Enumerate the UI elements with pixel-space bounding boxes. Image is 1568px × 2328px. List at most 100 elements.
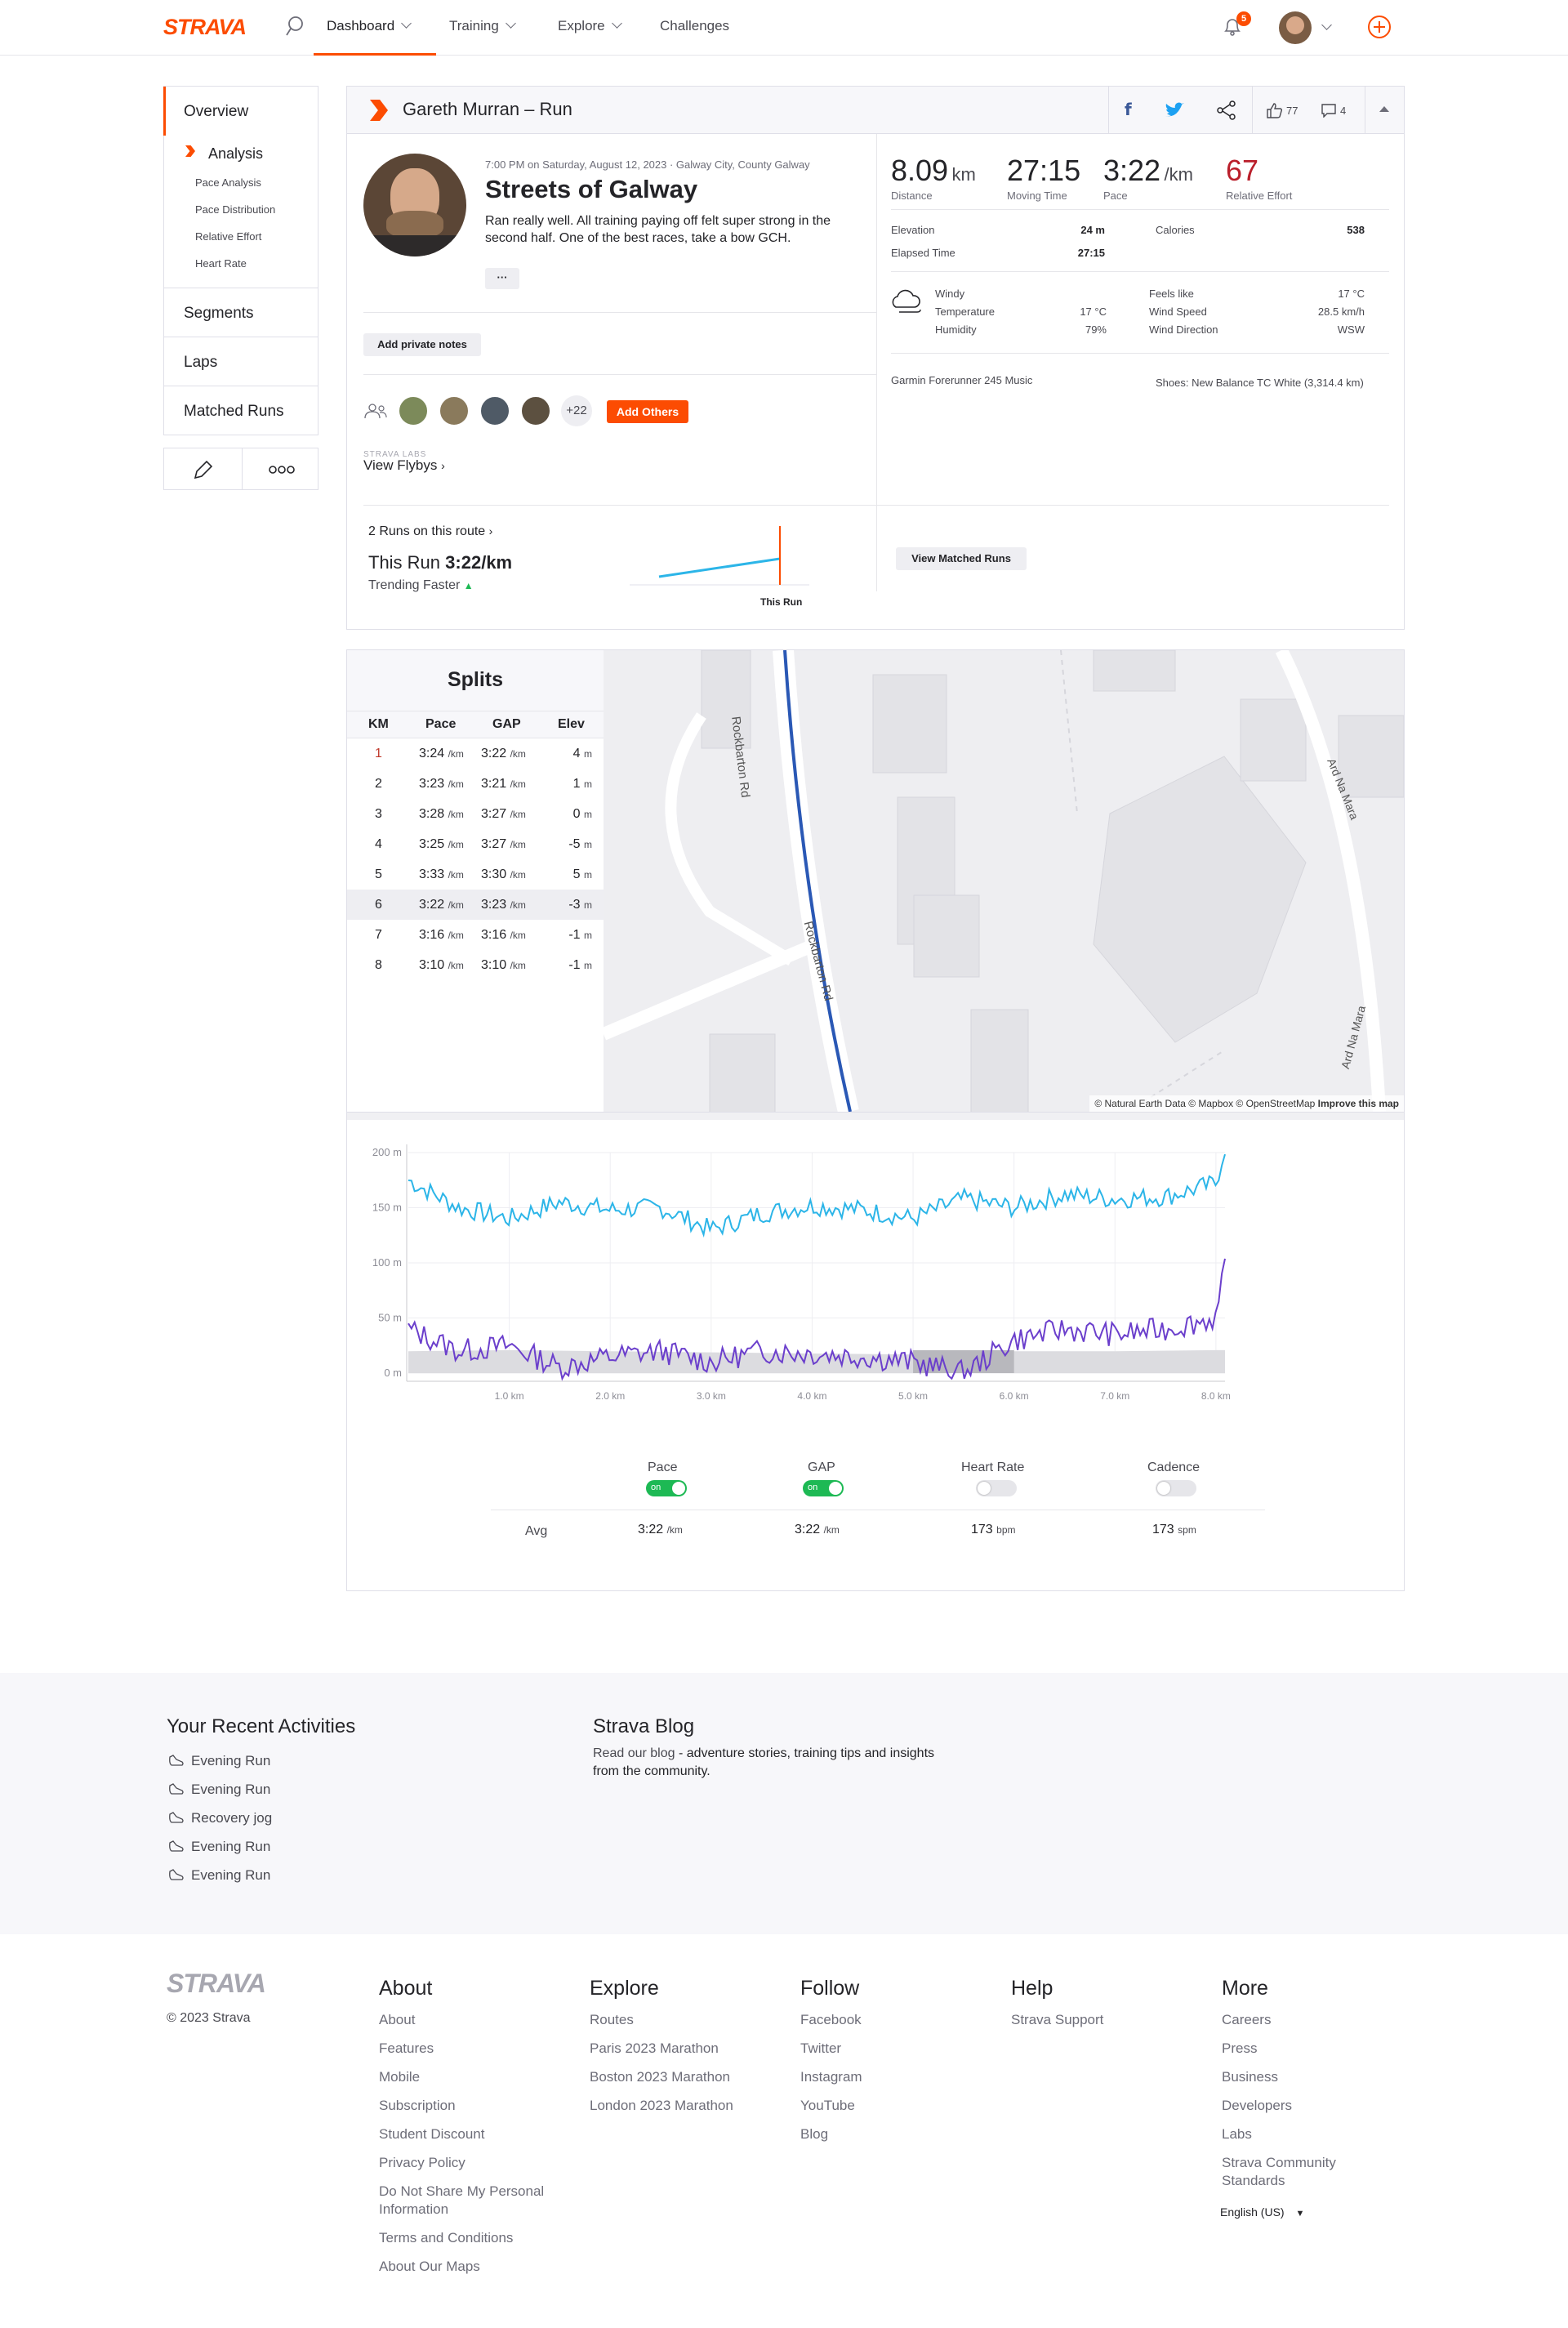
footer-link[interactable]: Subscription (379, 2097, 550, 2115)
sidebar-item-segments[interactable]: Segments (163, 288, 318, 337)
table-row[interactable]: 2 3:23 /km 3:21 /km 1 m (347, 769, 604, 799)
nav-dashboard[interactable]: Dashboard (327, 18, 412, 34)
table-row[interactable]: 5 3:33 /km 3:30 /km 5 m (347, 859, 604, 890)
footer-logo[interactable]: STRAVA (167, 1969, 266, 1999)
footer-link[interactable]: About Our Maps (379, 2258, 550, 2276)
stat-relative-effort[interactable]: 67 (1226, 154, 1258, 188)
sidebar-item-pace-distribution[interactable]: Pace Distribution (195, 203, 275, 216)
sidebar-item-overview[interactable]: Overview (184, 103, 248, 121)
more-athletes-count[interactable]: +22 (561, 395, 592, 426)
search-icon[interactable] (286, 15, 305, 38)
footer-link[interactable]: Features (379, 2040, 550, 2058)
table-row[interactable]: 8 3:10 /km 3:10 /km -1 m (347, 950, 604, 980)
sidebar-actions (163, 448, 318, 490)
matched-runs-link[interactable]: 2 Runs on this route › (368, 524, 492, 539)
footer-link[interactable]: London 2023 Marathon (590, 2097, 761, 2115)
recent-activity-link[interactable]: Evening Run (168, 1839, 270, 1855)
chevron-down-icon (611, 18, 622, 29)
table-row[interactable]: 7 3:16 /km 3:16 /km -1 m (347, 920, 604, 950)
collapse-icon[interactable] (1379, 106, 1389, 112)
recent-activity-link[interactable]: Recovery jog (168, 1810, 272, 1826)
cadence-toggle[interactable] (1156, 1480, 1196, 1496)
analysis-chart[interactable]: 200 m 150 m 100 m 50 m 0 m 1.0 km 2.0 km 3.0 km… (347, 1120, 1404, 1447)
athlete-avatar[interactable] (479, 395, 510, 426)
footer-link[interactable]: Terms and Conditions (379, 2229, 550, 2247)
footer-link[interactable]: Labs (1222, 2125, 1393, 2143)
kudos-count[interactable]: 77 (1286, 105, 1298, 117)
sidebar-item-analysis[interactable]: Analysis (208, 145, 263, 163)
twitter-icon[interactable] (1164, 101, 1185, 119)
map-resize-handle[interactable] (347, 1112, 1404, 1120)
more-button[interactable]: ··· (485, 268, 519, 289)
footer-link[interactable]: Do Not Share My Personal Information (379, 2183, 550, 2219)
user-avatar[interactable] (1279, 11, 1312, 44)
footer-link[interactable]: Business (1222, 2068, 1393, 2086)
recent-activity-link[interactable]: Evening Run (168, 1867, 270, 1884)
recent-activity-link[interactable]: Evening Run (168, 1753, 270, 1769)
footer-link[interactable]: Routes (590, 2011, 761, 2029)
athlete-avatar[interactable] (363, 154, 466, 256)
footer-link[interactable]: Developers (1222, 2097, 1393, 2115)
strava-logo[interactable]: STRAVA (163, 15, 247, 40)
footer-link[interactable]: Privacy Policy (379, 2154, 550, 2172)
comment-count[interactable]: 4 (1340, 105, 1346, 117)
footer-link[interactable]: Twitter (800, 2040, 972, 2058)
footer-link[interactable]: Press (1222, 2040, 1393, 2058)
facebook-icon[interactable]: f (1125, 100, 1132, 119)
gap-toggle[interactable]: on (803, 1480, 844, 1496)
stat-pace: 3:22 /km (1103, 154, 1193, 187)
add-private-notes-button[interactable]: Add private notes (363, 333, 481, 356)
table-row[interactable]: 3 3:28 /km 3:27 /km 0 m (347, 799, 604, 829)
legend-pace: Pace (648, 1461, 678, 1474)
footer-link[interactable]: Instagram (800, 2068, 972, 2086)
sidebar-item-relative-effort[interactable]: Relative Effort (195, 230, 261, 243)
footer-link[interactable]: Strava Community Standards (1222, 2154, 1393, 2190)
view-flybys-link[interactable]: View Flybys › (363, 457, 445, 474)
footer-link[interactable]: Mobile (379, 2068, 550, 2086)
nav-challenges[interactable]: Challenges (660, 18, 729, 34)
improve-map-link[interactable]: Improve this map (1318, 1098, 1399, 1109)
add-others-button[interactable]: Add Others (607, 400, 688, 423)
nav-training[interactable]: Training (449, 18, 516, 34)
chevron-down-icon[interactable] (1321, 20, 1332, 30)
athlete-avatar[interactable] (439, 395, 470, 426)
table-row[interactable]: 4 3:25 /km 3:27 /km -5 m (347, 829, 604, 859)
table-row[interactable]: 6 3:22 /km 3:23 /km -3 m (347, 890, 604, 920)
footer-link[interactable]: Careers (1222, 2011, 1393, 2029)
shoe-icon (169, 1812, 184, 1823)
footer-link[interactable]: Facebook (800, 2011, 972, 2029)
pace-toggle[interactable]: on (646, 1480, 687, 1496)
sidebar-item-pace-analysis[interactable]: Pace Analysis (195, 176, 261, 189)
pencil-icon[interactable] (190, 458, 215, 481)
view-matched-runs-button[interactable]: View Matched Runs (896, 547, 1027, 570)
add-activity-icon[interactable] (1367, 15, 1392, 39)
this-run-pace: This Run 3:22/km (368, 552, 513, 573)
shoes-info[interactable]: Shoes: New Balance TC White (3,314.4 km) (1156, 374, 1384, 392)
shoe-icon (169, 1755, 184, 1766)
footer-link[interactable]: Paris 2023 Marathon (590, 2040, 761, 2058)
kudos-icon[interactable] (1265, 101, 1283, 119)
route-map[interactable]: Rockbarton Rd Rockbarton Rd Ard Na Mara … (604, 650, 1404, 1112)
recent-activity-link[interactable]: Evening Run (168, 1782, 270, 1798)
athlete-avatar[interactable] (398, 395, 429, 426)
blog-link[interactable]: Read our blog (593, 1746, 675, 1760)
blog-text: Read our blog - adventure stories, train… (593, 1746, 935, 1778)
sidebar-item-heart-rate[interactable]: Heart Rate (195, 257, 247, 270)
athlete-avatar[interactable] (520, 395, 551, 426)
table-row[interactable]: 1 3:24 /km 3:22 /km 4 m (347, 738, 604, 769)
footer-link[interactable]: About (379, 2011, 550, 2029)
heart-rate-toggle[interactable] (976, 1480, 1017, 1496)
footer-link[interactable]: Strava Support (1011, 2011, 1183, 2029)
gap-avg: 3:22 /km (795, 1523, 840, 1536)
more-icon[interactable] (269, 465, 295, 475)
footer-link[interactable]: Student Discount (379, 2125, 550, 2143)
sidebar-item-laps[interactable]: Laps (163, 337, 318, 386)
nav-explore[interactable]: Explore (558, 18, 622, 34)
sidebar-item-matched-runs[interactable]: Matched Runs (163, 386, 318, 435)
footer-link[interactable]: Blog (800, 2125, 972, 2143)
comment-icon[interactable] (1321, 103, 1337, 118)
share-icon[interactable] (1216, 100, 1237, 121)
footer-link[interactable]: Boston 2023 Marathon (590, 2068, 761, 2086)
footer-link[interactable]: YouTube (800, 2097, 972, 2115)
language-select[interactable]: English (US) ▼ (1220, 2205, 1304, 2219)
